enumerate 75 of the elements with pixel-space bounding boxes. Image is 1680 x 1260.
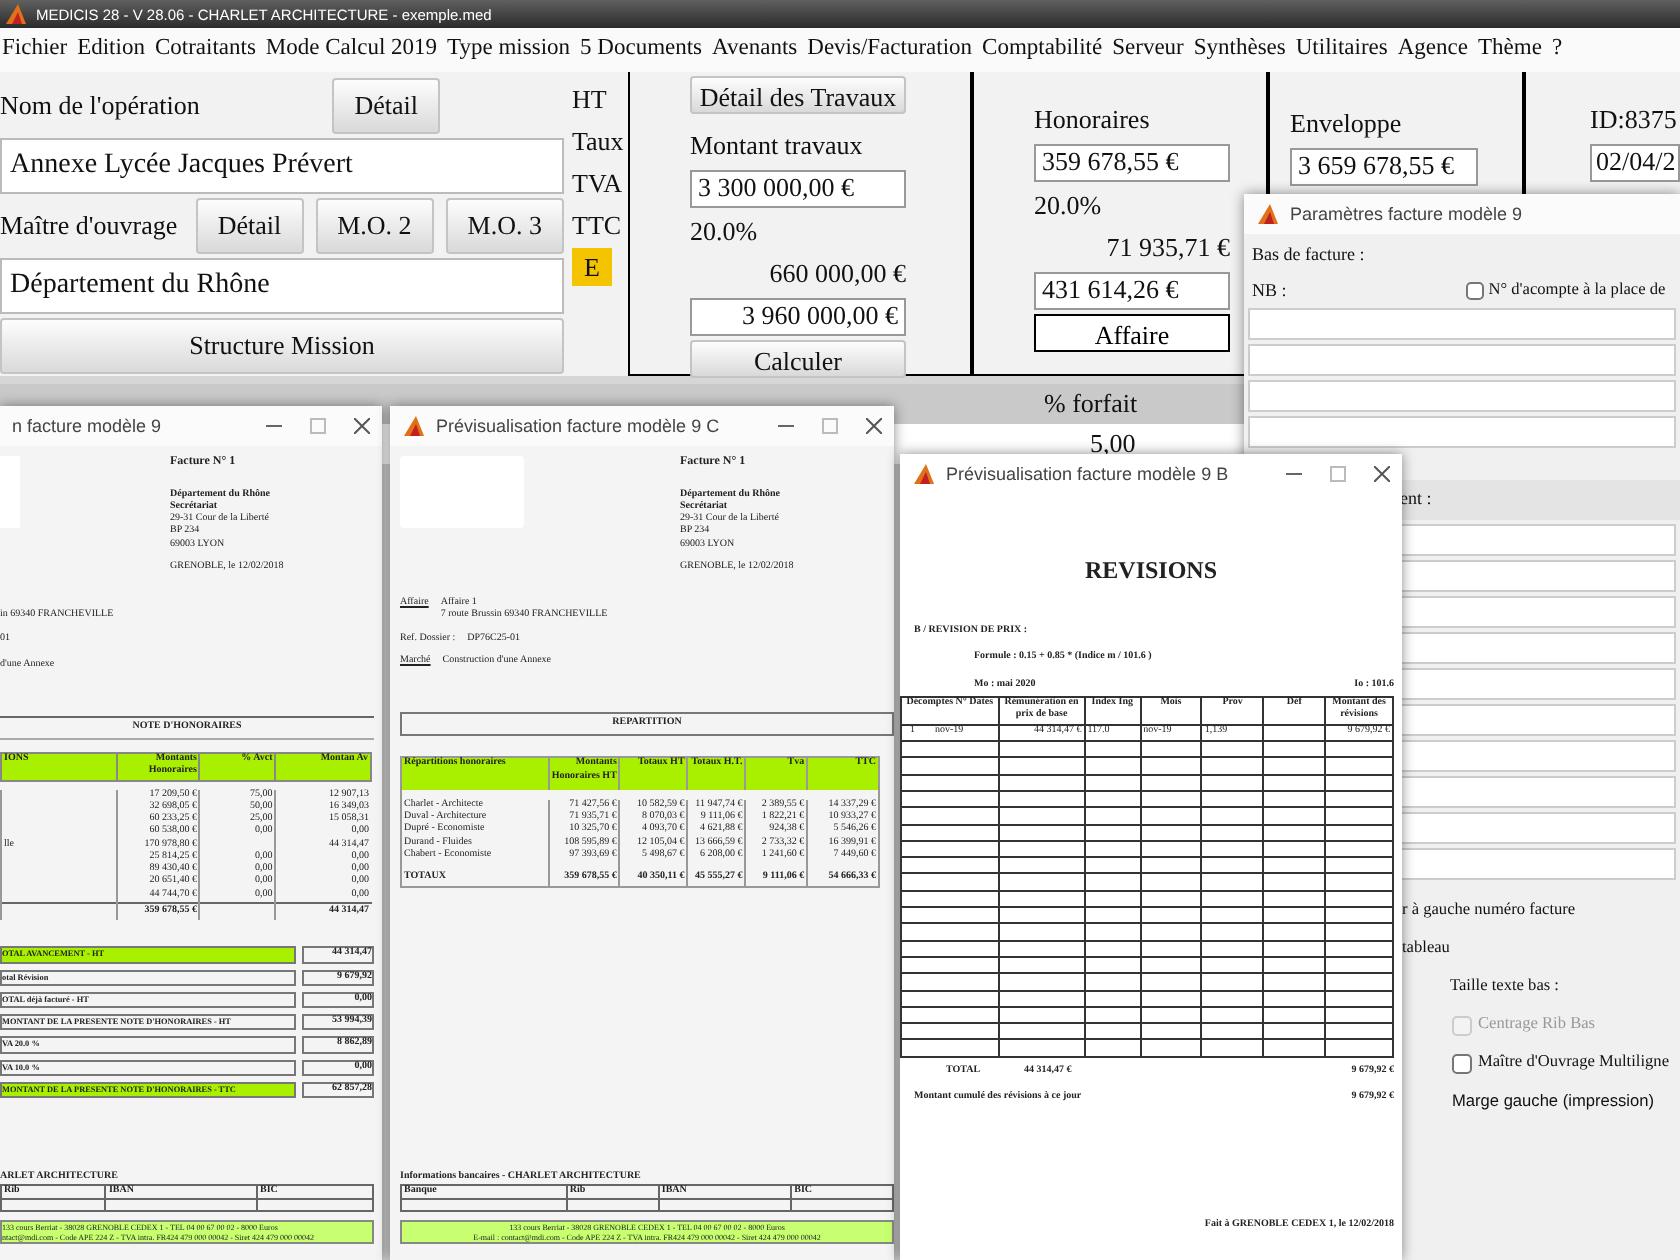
menu-item[interactable]: Synthèses [1193,32,1286,68]
menu-item[interactable]: Mode Calcul 2019 [265,32,438,68]
operation-field[interactable]: Annexe Lycée Jacques Prévert [0,138,564,194]
owner-button[interactable]: Détail [195,198,304,254]
amount-field[interactable]: 3 300 000,00 € [690,169,906,207]
row-label: HT [572,82,609,118]
date-field[interactable]: 02/04/2 [1590,143,1680,181]
menu-item[interactable]: Edition [77,32,145,68]
app-icon [4,2,28,26]
field-label: Montant travaux [690,128,865,164]
checkbox[interactable] [1452,1053,1472,1073]
close-icon[interactable] [866,418,882,434]
menu-item[interactable]: Type mission [447,32,571,68]
structure-button[interactable]: Structure Mission [0,318,564,374]
works-detail-button[interactable]: Détail des Travaux [690,76,906,114]
menu-item[interactable]: Utilitaires [1295,32,1388,68]
amount-field[interactable]: 3 960 000,00 € [690,297,906,335]
option-label: Marge gauche (impression) [1452,1088,1654,1114]
menu-item[interactable]: Avenants [712,32,798,68]
amount-field[interactable]: 431 614,26 € [1034,271,1230,309]
menu-item[interactable]: Devis/Facturation [807,32,973,68]
option-label: r à gauche numéro facture [1402,898,1576,923]
menu-item[interactable]: Fichier [2,32,68,68]
field-label: NB : [1252,277,1287,303]
text-field[interactable] [1248,344,1676,376]
field-label: Maître d'ouvrage [0,208,178,245]
menu-item[interactable]: Thème [1478,32,1542,68]
field-label: Honoraires [1034,102,1152,138]
calculate-button[interactable]: Calculer [690,339,906,377]
amount-field[interactable]: 359 678,55 € [1034,143,1230,181]
menu-item[interactable]: Agence [1397,32,1468,68]
checkbox-label: N° d'acompte à la place de [1488,278,1666,303]
report-heading: REVISIONS [1082,556,1220,586]
window-title: n facture modèle 9 [12,416,162,436]
owner-button[interactable]: M.O. 2 [315,198,434,254]
text-field[interactable] [1248,380,1676,412]
option-label: tableau [1402,936,1450,961]
owner-field[interactable]: Département du Rhône [0,258,564,314]
affaire-button[interactable]: Affaire [1034,313,1230,351]
app-icon [1256,202,1280,226]
checkbox-label: Centrage Rib Bas [1478,1012,1596,1037]
amount-text: 71 935,71 € [1104,230,1230,266]
text-field[interactable] [1248,308,1676,340]
owner-button[interactable]: M.O. 3 [445,198,564,254]
checkbox[interactable] [1466,281,1485,300]
field-label: Nom de l'opération [0,88,200,125]
detail-button[interactable]: Détail [332,78,440,134]
row-label: Taux [572,124,626,160]
window-title: Prévisualisation facture modèle 9 C [436,416,720,436]
menu-item[interactable]: Cotraitants [154,32,256,68]
row-label: TVA [572,166,625,202]
record-id: ID:8375 [1590,102,1679,138]
text-field[interactable] [1248,416,1676,448]
app-icon [402,414,426,438]
menu-item[interactable]: Serveur [1112,32,1184,68]
table-cell-text: 5,00 [1090,426,1136,463]
field-label: Enveloppe [1290,106,1404,142]
checkbox-label: Maître d'Ouvrage Multiligne [1478,1050,1670,1075]
mode-badge: E [572,248,612,286]
rate-text: 20.0% [1034,187,1104,223]
menu-item[interactable]: ? [1551,32,1563,68]
column-header: % forfait [1044,386,1138,423]
section-label: Bas de facture : [1252,242,1367,268]
menu-item[interactable]: Comptabilité [982,32,1103,68]
amount-field[interactable]: 3 659 678,55 € [1290,147,1478,185]
row-label: TTC [572,208,624,244]
amount-text: 660 000,00 € [767,256,906,292]
window-title: Paramètres facture modèle 9 [1290,204,1523,224]
app-icon [912,462,936,486]
menu-item[interactable]: 5 Documents [580,32,703,68]
rate-text: 20.0% [690,213,760,249]
close-icon[interactable] [354,418,370,434]
window-title: Prévisualisation facture modèle 9 B [946,464,1229,484]
option-label: Taille texte bas : [1450,974,1559,999]
close-icon[interactable] [1374,466,1390,482]
